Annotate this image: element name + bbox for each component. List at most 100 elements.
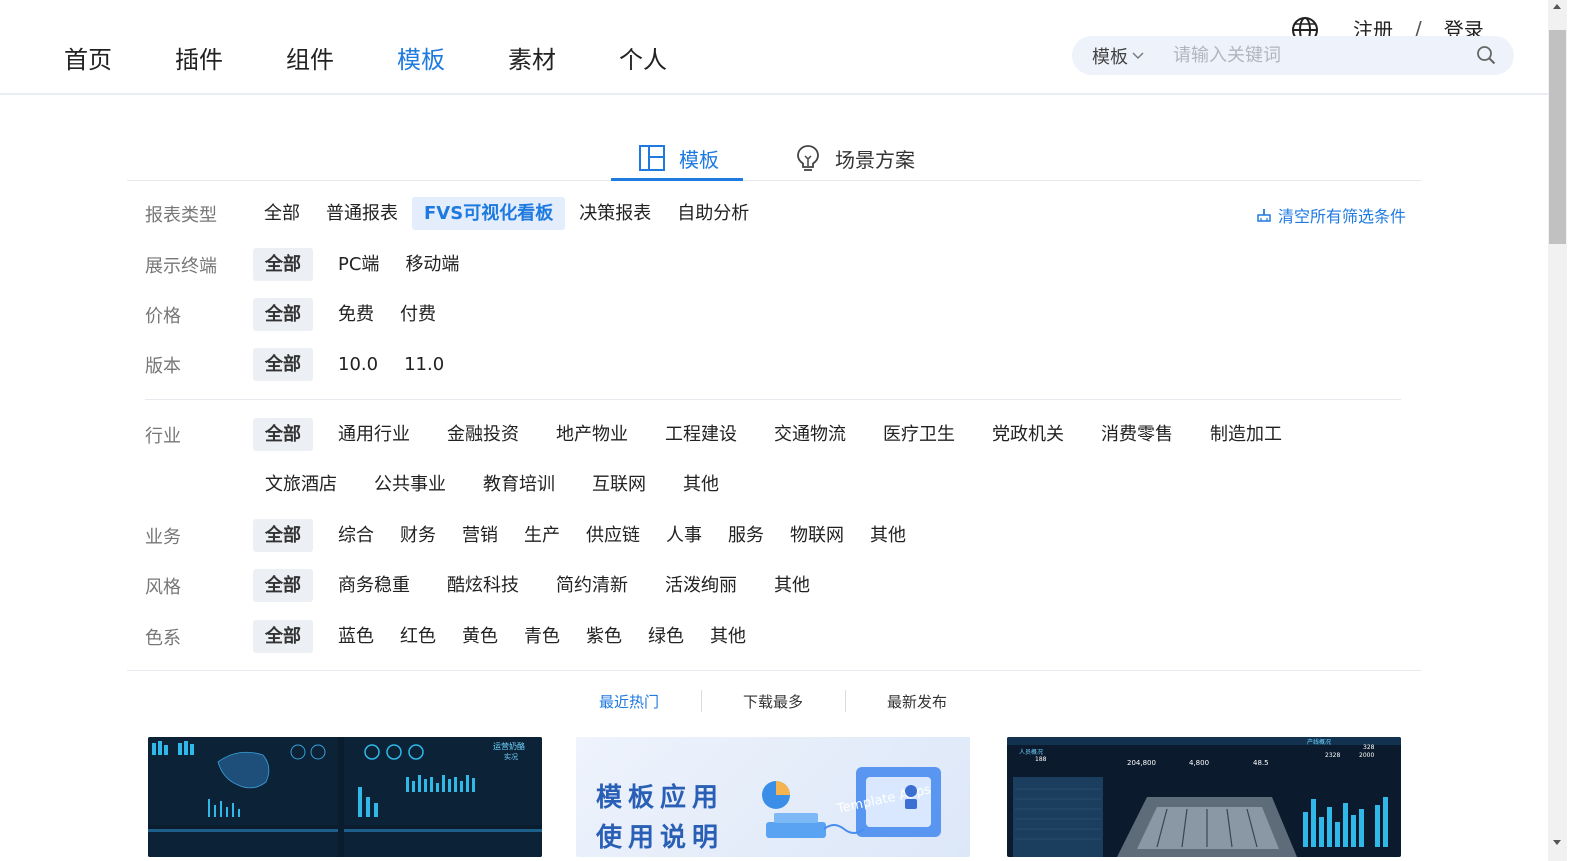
filter-option[interactable]: 酷炫科技 xyxy=(435,569,531,602)
filter-row-style: 风格 全部 商务稳重 酷炫科技 简约清新 活泼绚丽 其他 xyxy=(145,569,822,602)
filter-option-all[interactable]: 全部 xyxy=(253,298,313,331)
filter-option[interactable]: 黄色 xyxy=(450,620,510,653)
filter-option-all[interactable]: 全部 xyxy=(253,519,313,552)
filter-option[interactable]: 工程建设 xyxy=(653,418,749,451)
filter-option[interactable]: 教育培训 xyxy=(471,468,567,501)
filter-option[interactable]: 服务 xyxy=(716,519,776,552)
filter-option-selected[interactable]: FVS可视化看板 xyxy=(412,197,566,230)
filter-option[interactable]: 交通物流 xyxy=(762,418,858,451)
filter-option[interactable]: 绿色 xyxy=(636,620,696,653)
filter-option[interactable]: 医疗卫生 xyxy=(871,418,967,451)
filter-option-all[interactable]: 全部 xyxy=(253,620,313,653)
filter-option-all[interactable]: 全部 xyxy=(253,348,313,381)
filter-option[interactable]: 互联网 xyxy=(580,468,658,501)
filter-option[interactable]: 其他 xyxy=(671,468,731,501)
filter-label: 展示终端 xyxy=(145,255,217,277)
filter-row-price: 价格 全部 免费 付费 xyxy=(145,298,448,331)
filter-option[interactable]: 普通报表 xyxy=(314,197,410,230)
nav-item-components[interactable]: 组件 xyxy=(286,40,397,75)
filter-option[interactable]: 简约清新 xyxy=(544,569,640,602)
filter-row-report-type: 报表类型 全部 普通报表 FVS可视化看板 决策报表 自助分析 xyxy=(145,197,761,230)
page: 首页 插件 组件 模板 素材 个人 注册 / 登录 模板 请输入关键词 模板 场… xyxy=(0,0,1583,861)
scroll-down-arrow-icon[interactable] xyxy=(1553,840,1561,845)
search-scope-dropdown[interactable]: 模板 xyxy=(1092,43,1172,69)
search-input[interactable] xyxy=(1173,45,1473,66)
filter-option[interactable]: 其他 xyxy=(698,620,758,653)
card-title-line2: 使用说明 xyxy=(596,823,725,853)
tab-scenario-solutions[interactable]: 场景方案 xyxy=(795,136,915,180)
sort-recent-popular[interactable]: 最近热门 xyxy=(599,691,659,712)
filter-option[interactable]: PC端 xyxy=(326,248,391,281)
filter-row-version: 版本 全部 10.0 11.0 xyxy=(145,348,456,381)
filter-option[interactable]: 制造加工 xyxy=(1198,418,1294,451)
filter-option[interactable]: 消费零售 xyxy=(1089,418,1185,451)
filter-option[interactable]: 金融投资 xyxy=(435,418,531,451)
filter-option[interactable]: 营销 xyxy=(450,519,510,552)
card3-value: 4,800 xyxy=(1189,759,1209,767)
nav-item-materials[interactable]: 素材 xyxy=(508,40,619,75)
filter-option[interactable]: 自助分析 xyxy=(665,197,761,230)
filter-option[interactable]: 付费 xyxy=(388,298,448,331)
active-tab-indicator xyxy=(611,178,743,181)
filter-option[interactable]: 11.0 xyxy=(392,348,456,381)
filter-option[interactable]: 地产物业 xyxy=(544,418,640,451)
template-card[interactable]: 运营奶酪 实况 xyxy=(148,737,542,857)
filter-option[interactable]: 移动端 xyxy=(393,248,471,281)
filter-label: 色系 xyxy=(145,627,181,649)
filter-option[interactable]: 生产 xyxy=(512,519,572,552)
filter-option[interactable]: 蓝色 xyxy=(326,620,386,653)
sort-separator xyxy=(701,690,702,712)
filter-option[interactable]: 全部 xyxy=(252,197,312,230)
tab-scenario-label: 场景方案 xyxy=(835,147,915,172)
search-scope-label: 模板 xyxy=(1092,46,1128,68)
template-thumbnail: 人员概况 产线概况 204,800 4,800 48.5 2328 2000 1… xyxy=(1007,737,1401,857)
card1-label: 运营奶酪 xyxy=(493,741,525,751)
filter-option[interactable]: 紫色 xyxy=(574,620,634,653)
filter-option-all[interactable]: 全部 xyxy=(253,418,313,451)
template-thumbnail: 运营奶酪 实况 xyxy=(148,737,542,857)
sort-most-downloaded[interactable]: 下载最多 xyxy=(743,691,803,712)
filter-option[interactable]: 红色 xyxy=(388,620,448,653)
sort-newest[interactable]: 最新发布 xyxy=(887,691,947,712)
clear-filters-button[interactable]: 清空所有筛选条件 xyxy=(1256,203,1406,227)
card3-value: 2000 xyxy=(1359,752,1374,759)
filter-option[interactable]: 通用行业 xyxy=(326,418,422,451)
filter-option[interactable]: 物联网 xyxy=(778,519,856,552)
filter-option[interactable]: 人事 xyxy=(654,519,714,552)
filter-option[interactable]: 公共事业 xyxy=(362,468,458,501)
filter-option[interactable]: 财务 xyxy=(388,519,448,552)
tab-templates-label: 模板 xyxy=(679,147,719,172)
tab-templates[interactable]: 模板 xyxy=(639,136,719,180)
nav-item-personal[interactable]: 个人 xyxy=(619,40,730,75)
template-card[interactable]: 模板应用 使用说明 Template Apps xyxy=(576,737,970,857)
filter-option[interactable]: 供应链 xyxy=(574,519,652,552)
category-tabs: 模板 场景方案 xyxy=(127,130,1421,181)
filter-option-all[interactable]: 全部 xyxy=(253,248,313,281)
search-icon[interactable] xyxy=(1476,45,1496,65)
filter-option[interactable]: 商务稳重 xyxy=(326,569,422,602)
filter-option[interactable]: 其他 xyxy=(762,569,822,602)
filter-option[interactable]: 免费 xyxy=(326,298,386,331)
filter-label: 版本 xyxy=(145,355,181,377)
template-card[interactable]: 人员概况 产线概况 204,800 4,800 48.5 2328 2000 1… xyxy=(1007,737,1401,857)
filter-option[interactable]: 10.0 xyxy=(326,348,390,381)
nav-item-templates[interactable]: 模板 xyxy=(397,40,508,75)
filter-option[interactable]: 综合 xyxy=(326,519,386,552)
card3-label: 人员概况 xyxy=(1019,748,1043,756)
filter-option[interactable]: 文旅酒店 xyxy=(253,468,349,501)
scrollbar-thumb[interactable] xyxy=(1549,30,1566,244)
nav-item-home[interactable]: 首页 xyxy=(64,40,175,75)
filter-label: 业务 xyxy=(145,526,181,548)
filter-option[interactable]: 党政机关 xyxy=(980,418,1076,451)
filter-option[interactable]: 决策报表 xyxy=(567,197,663,230)
clear-filters-label: 清空所有筛选条件 xyxy=(1278,207,1407,226)
filter-option[interactable]: 活泼绚丽 xyxy=(653,569,749,602)
filter-option[interactable]: 其他 xyxy=(858,519,918,552)
filter-option[interactable]: 青色 xyxy=(512,620,572,653)
nav-item-plugins[interactable]: 插件 xyxy=(175,40,286,75)
filter-option-all[interactable]: 全部 xyxy=(253,569,313,602)
scroll-up-arrow-icon[interactable] xyxy=(1553,4,1561,9)
filter-row-business: 业务 全部 综合 财务 营销 生产 供应链 人事 服务 物联网 其他 xyxy=(145,519,918,552)
card1-label: 实况 xyxy=(504,752,518,761)
search-bar: 模板 xyxy=(1072,36,1514,75)
